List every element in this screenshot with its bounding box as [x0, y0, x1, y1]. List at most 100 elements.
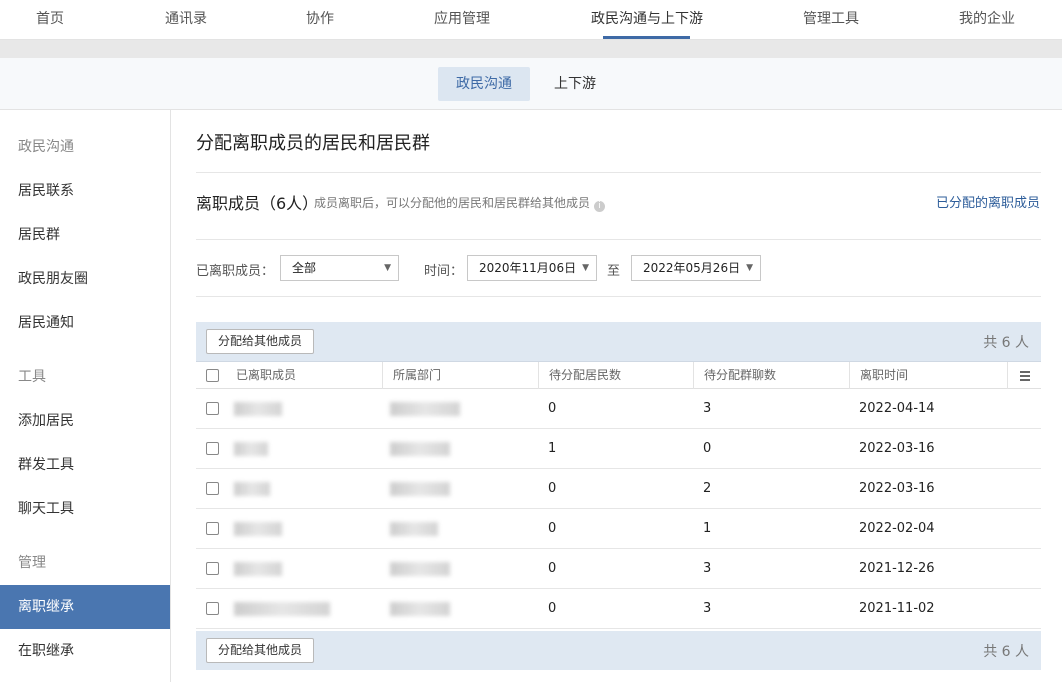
redacted-department	[390, 522, 438, 536]
table-toolbar-top: 分配给其他成员 共 6 人	[196, 322, 1041, 361]
redacted-department	[390, 402, 460, 416]
sidebar-item-resident-groups[interactable]: 居民群	[0, 213, 170, 257]
redacted-name	[234, 522, 282, 536]
member-filter-select[interactable]: 全部 ▼	[280, 255, 399, 281]
resign-date: 2021-12-26	[859, 561, 935, 576]
row-checkbox[interactable]	[206, 522, 219, 535]
main-content: 分配离职成员的居民和居民群 离职成员（6人） 成员离职后，可以分配他的居民和居民…	[171, 110, 1062, 682]
assigned-members-link[interactable]: 已分配的离职成员	[936, 192, 1040, 211]
row-checkbox[interactable]	[206, 602, 219, 615]
sidebar-section-manage: 管理	[18, 555, 46, 571]
date-to-label: 至	[607, 264, 621, 279]
resign-date: 2021-11-02	[859, 601, 935, 616]
redacted-department	[390, 602, 450, 616]
column-settings-icon[interactable]	[1007, 362, 1041, 389]
date-to-value: 2022年05月26日	[643, 261, 741, 275]
column-header-pending-residents[interactable]: 待分配居民数	[538, 362, 621, 389]
top-navigation: 首页 通讯录 协作 应用管理 政民沟通与上下游 管理工具 我的企业	[0, 0, 1062, 40]
nav-collaboration[interactable]: 协作	[298, 0, 342, 40]
row-checkbox[interactable]	[206, 402, 219, 415]
resign-date: 2022-03-16	[859, 481, 935, 496]
pending-residents: 0	[548, 601, 557, 616]
pending-groups: 3	[703, 401, 712, 416]
redacted-department	[390, 482, 450, 496]
redacted-department	[390, 562, 450, 576]
nav-contacts[interactable]: 通讯录	[158, 0, 214, 40]
nav-gov-communication[interactable]: 政民沟通与上下游	[588, 0, 706, 40]
info-icon[interactable]: i	[594, 201, 606, 212]
tab-gov-communication[interactable]: 政民沟通	[438, 67, 530, 101]
resign-date: 2022-04-14	[859, 401, 935, 416]
sidebar-section-tools: 工具	[18, 369, 46, 385]
select-all-checkbox[interactable]	[206, 369, 219, 382]
caret-down-icon: ▼	[746, 263, 753, 273]
divider	[196, 296, 1041, 297]
pending-groups: 1	[703, 521, 712, 536]
redacted-name	[234, 602, 330, 616]
members-title: 离职成员（6人）	[196, 194, 319, 213]
nav-home[interactable]: 首页	[28, 0, 72, 40]
sidebar-item-mass-send[interactable]: 群发工具	[0, 443, 170, 487]
sidebar-item-add-resident[interactable]: 添加居民	[0, 399, 170, 443]
divider	[196, 239, 1041, 240]
pending-groups: 2	[703, 481, 712, 496]
active-nav-indicator	[603, 36, 690, 39]
sidebar-item-onjob-inherit[interactable]: 在职继承	[0, 629, 170, 673]
resign-date: 2022-02-04	[859, 521, 935, 536]
column-header-member[interactable]: 已离职成员	[236, 362, 296, 389]
caret-down-icon: ▼	[384, 263, 391, 273]
member-filter-label: 已离职成员：	[196, 264, 275, 279]
pending-residents: 0	[548, 401, 557, 416]
date-to-select[interactable]: 2022年05月26日 ▼	[631, 255, 761, 281]
nav-management-tools[interactable]: 管理工具	[799, 0, 863, 40]
total-count: 共 6 人	[983, 335, 1029, 351]
pending-residents: 0	[548, 521, 557, 536]
page-title: 分配离职成员的居民和居民群	[196, 133, 430, 154]
assign-to-others-button[interactable]: 分配给其他成员	[206, 638, 315, 663]
table-row[interactable]: 1 0 2022-03-16	[196, 429, 1041, 469]
column-header-department[interactable]: 所属部门	[382, 362, 441, 389]
header-spacer	[0, 40, 1062, 58]
sidebar-item-resident-notice[interactable]: 居民通知	[0, 301, 170, 345]
members-hint: 成员离职后，可以分配他的居民和居民群给其他成员 i	[314, 194, 606, 212]
pending-residents: 1	[548, 441, 557, 456]
row-checkbox[interactable]	[206, 482, 219, 495]
redacted-name	[234, 562, 282, 576]
sidebar-item-resign-inherit[interactable]: 离职继承	[0, 585, 170, 629]
redacted-name	[234, 402, 282, 416]
pending-residents: 0	[548, 561, 557, 576]
pending-groups: 3	[703, 601, 712, 616]
date-from-select[interactable]: 2020年11月06日 ▼	[467, 255, 597, 281]
resign-date: 2022-03-16	[859, 441, 935, 456]
date-from-value: 2020年11月06日	[479, 261, 577, 275]
redacted-department	[390, 442, 450, 456]
nav-app-management[interactable]: 应用管理	[430, 0, 494, 40]
assign-to-others-button[interactable]: 分配给其他成员	[206, 329, 315, 354]
members-hint-text: 成员离职后，可以分配他的居民和居民群给其他成员	[314, 196, 591, 210]
caret-down-icon: ▼	[582, 263, 589, 273]
sub-tabs: 政民沟通 上下游	[0, 58, 1062, 110]
divider	[196, 172, 1041, 173]
table-row[interactable]: 0 3 2021-11-02	[196, 589, 1041, 629]
pending-residents: 0	[548, 481, 557, 496]
tab-upstream-downstream[interactable]: 上下游	[536, 67, 614, 101]
nav-my-enterprise[interactable]: 我的企业	[955, 0, 1019, 40]
time-filter-label: 时间：	[424, 264, 464, 279]
row-checkbox[interactable]	[206, 562, 219, 575]
table-row[interactable]: 0 3 2021-12-26	[196, 549, 1041, 589]
row-checkbox[interactable]	[206, 442, 219, 455]
sidebar: 政民沟通 居民联系 居民群 政民朋友圈 居民通知 工具 添加居民 群发工具 聊天…	[0, 110, 171, 682]
member-filter-value: 全部	[292, 261, 317, 275]
table-row[interactable]: 0 1 2022-02-04	[196, 509, 1041, 549]
sidebar-item-chat-tools[interactable]: 聊天工具	[0, 487, 170, 531]
sidebar-item-moments[interactable]: 政民朋友圈	[0, 257, 170, 301]
table-row[interactable]: 0 3 2022-04-14	[196, 389, 1041, 429]
table-row[interactable]: 0 2 2022-03-16	[196, 469, 1041, 509]
table-header: 已离职成员 所属部门 待分配居民数 待分配群聊数 离职时间	[196, 361, 1041, 389]
column-header-resign-date[interactable]: 离职时间	[849, 362, 908, 389]
pending-groups: 0	[703, 441, 712, 456]
sidebar-item-resident-contacts[interactable]: 居民联系	[0, 169, 170, 213]
column-header-pending-groups[interactable]: 待分配群聊数	[693, 362, 776, 389]
redacted-name	[234, 442, 268, 456]
total-count: 共 6 人	[983, 644, 1029, 660]
